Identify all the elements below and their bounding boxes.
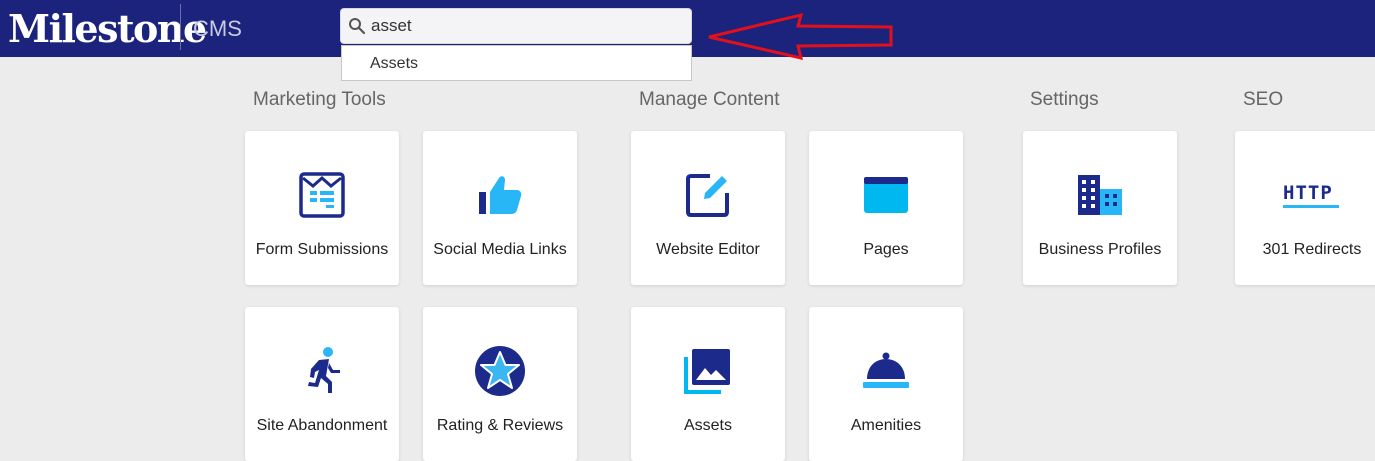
header-divider (180, 4, 181, 50)
browser-window-icon (858, 167, 914, 223)
service-bell-icon (858, 343, 914, 399)
form-icon (294, 167, 350, 223)
edit-icon (680, 167, 736, 223)
card-label: Social Media Links (433, 241, 567, 258)
star-badge-icon (472, 343, 528, 399)
card-label: 301 Redirects (1262, 241, 1362, 258)
card-website-editor[interactable]: Website Editor (631, 131, 785, 285)
card-label: Business Profiles (1038, 241, 1162, 258)
card-social-media-links[interactable]: Social Media Links (423, 131, 577, 285)
image-gallery-icon (680, 343, 736, 399)
thumbs-up-icon (472, 167, 528, 223)
card-rating-reviews[interactable]: Rating & Reviews (423, 307, 577, 461)
milestone-logo[interactable]: Milestone (8, 3, 207, 55)
suggestion-item-assets[interactable]: Assets (370, 55, 418, 73)
section-title-marketing-tools: Marketing Tools (253, 89, 386, 110)
card-site-abandonment[interactable]: Site Abandonment (245, 307, 399, 461)
building-icon (1072, 167, 1128, 223)
product-name: CMS (193, 16, 242, 41)
search-input[interactable] (371, 14, 671, 38)
card-label: Website Editor (656, 241, 760, 258)
card-label: Amenities (850, 417, 922, 434)
card-form-submissions[interactable]: Form Submissions (245, 131, 399, 285)
card-label: Assets (683, 417, 732, 434)
http-icon-text: HTTP (1283, 182, 1333, 204)
card-label: Site Abandonment (256, 417, 388, 434)
annotation-arrow (708, 12, 893, 61)
card-label: Rating & Reviews (436, 417, 564, 434)
section-title-settings: Settings (1030, 89, 1099, 110)
card-label: Pages (863, 241, 909, 258)
running-person-icon (294, 343, 350, 399)
card-label: Form Submissions (255, 241, 389, 258)
http-icon: HTTP (1277, 167, 1347, 223)
search-icon (349, 18, 366, 35)
card-301-redirects[interactable]: HTTP 301 Redirects (1235, 131, 1375, 285)
search-suggestions-dropdown: Assets (341, 45, 692, 81)
section-title-seo: SEO (1243, 89, 1284, 110)
search-box[interactable] (340, 8, 692, 44)
card-amenities[interactable]: Amenities (809, 307, 963, 461)
card-pages[interactable]: Pages (809, 131, 963, 285)
card-assets[interactable]: Assets (631, 307, 785, 461)
section-title-manage-content: Manage Content (639, 89, 780, 110)
card-business-profiles[interactable]: Business Profiles (1023, 131, 1177, 285)
